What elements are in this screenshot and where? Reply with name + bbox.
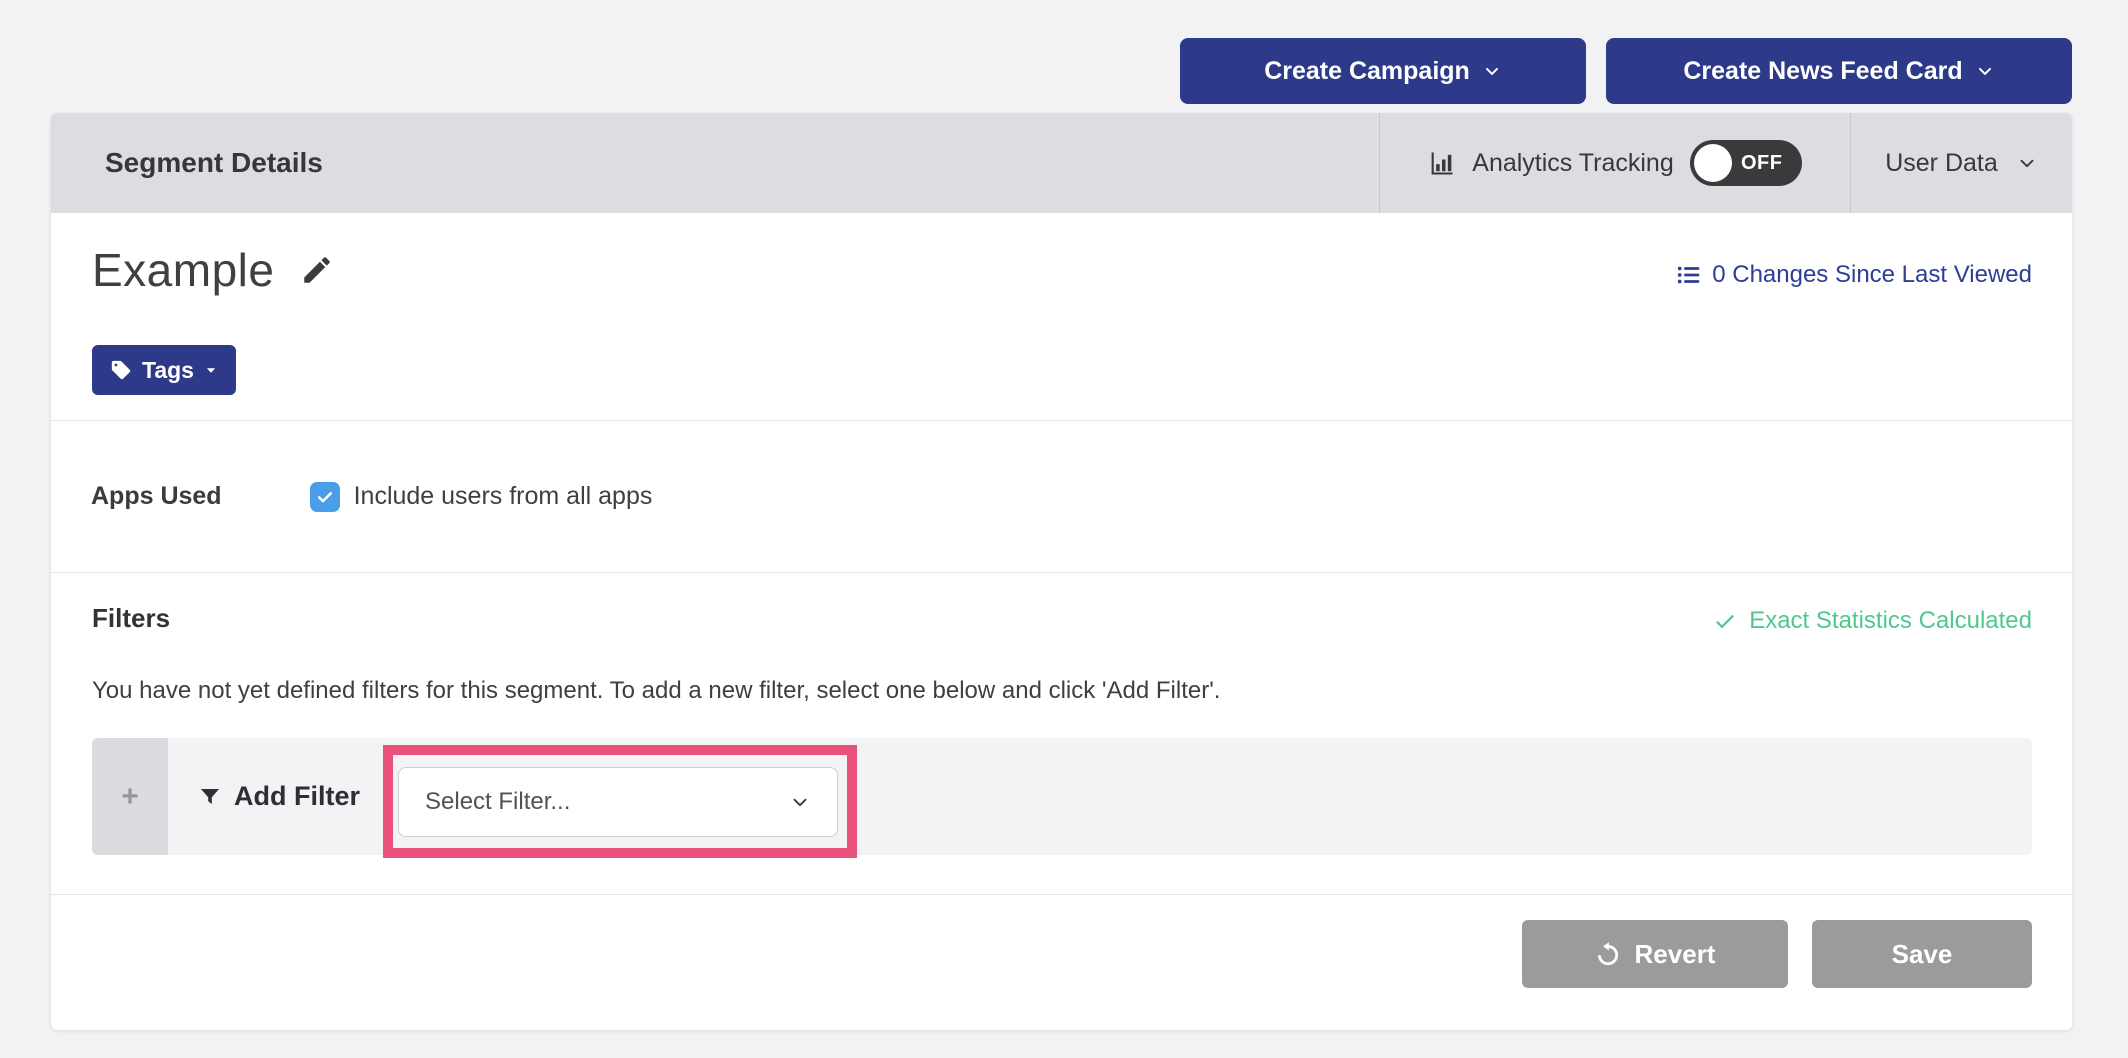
chevron-down-icon	[789, 791, 811, 813]
create-news-feed-card-label: Create News Feed Card	[1683, 57, 1962, 86]
add-filter-label-group: Add Filter	[198, 738, 360, 855]
create-campaign-button[interactable]: Create Campaign	[1180, 38, 1586, 104]
select-filter-placeholder: Select Filter...	[425, 788, 570, 816]
segment-title-section: Example Tags	[51, 213, 2072, 421]
changes-since-last-viewed-link[interactable]: 0 Changes Since Last Viewed	[1676, 261, 2032, 289]
tags-button[interactable]: Tags	[92, 345, 236, 395]
analytics-tracking-label: Analytics Tracking	[1472, 149, 1673, 178]
check-icon	[1713, 609, 1737, 633]
rotate-ccw-icon	[1595, 941, 1621, 967]
analytics-tracking-group: Analytics Tracking OFF	[1380, 113, 1850, 213]
filters-section: Filters Exact Statistics Calculated You …	[51, 573, 2072, 895]
select-filter-dropdown[interactable]: Select Filter...	[398, 767, 838, 837]
segment-details-page: Create Campaign Create News Feed Card Se…	[0, 0, 2128, 1058]
chevron-down-icon	[2016, 152, 2038, 174]
revert-label: Revert	[1635, 939, 1716, 970]
include-all-apps-checkbox[interactable]	[310, 482, 340, 512]
include-all-apps-group: Include users from all apps	[310, 482, 653, 512]
add-filter-plus-button[interactable]: +	[92, 738, 168, 855]
toggle-state-label: OFF	[1732, 152, 1792, 175]
user-data-dropdown[interactable]: User Data	[1851, 113, 2072, 213]
revert-button[interactable]: Revert	[1522, 920, 1788, 988]
tags-label: Tags	[142, 357, 194, 384]
create-news-feed-card-button[interactable]: Create News Feed Card	[1606, 38, 2072, 104]
caret-down-icon	[204, 363, 218, 377]
chevron-down-icon	[1975, 61, 1995, 81]
add-filter-label: Add Filter	[234, 781, 360, 812]
footer-section: Revert Save	[51, 895, 2072, 1029]
segment-name: Example	[92, 243, 274, 297]
toggle-knob	[1694, 144, 1732, 182]
exact-statistics-label: Exact Statistics Calculated	[1749, 607, 2032, 635]
top-action-bar: Create Campaign Create News Feed Card	[1180, 38, 2072, 104]
apps-used-section: Apps Used Include users from all apps	[51, 421, 2072, 573]
save-button[interactable]: Save	[1812, 920, 2032, 988]
segment-details-card: Segment Details Analytics Tracking OFF	[51, 113, 2072, 1030]
filters-heading: Filters	[92, 603, 170, 634]
add-filter-row: + Add Filter	[92, 738, 2032, 855]
card-header: Segment Details Analytics Tracking OFF	[51, 113, 2072, 213]
save-label: Save	[1892, 939, 1953, 970]
funnel-icon	[198, 785, 222, 809]
page-title: Segment Details	[51, 113, 1379, 213]
pencil-icon[interactable]	[300, 253, 334, 287]
create-campaign-label: Create Campaign	[1264, 57, 1470, 86]
apps-used-label: Apps Used	[91, 482, 222, 511]
plus-icon: +	[121, 780, 139, 814]
chevron-down-icon	[1482, 61, 1502, 81]
footer-buttons: Revert Save	[1522, 920, 2032, 988]
bar-chart-icon	[1428, 149, 1456, 177]
segment-name-row: Example	[92, 243, 334, 297]
changes-link-label: 0 Changes Since Last Viewed	[1712, 261, 2032, 289]
exact-statistics-status: Exact Statistics Calculated	[1713, 607, 2032, 635]
tag-icon	[110, 359, 132, 381]
list-icon	[1676, 262, 1702, 288]
filters-description: You have not yet defined filters for thi…	[92, 677, 1220, 705]
user-data-label: User Data	[1885, 149, 1998, 178]
analytics-tracking-toggle[interactable]: OFF	[1690, 140, 1802, 186]
include-all-apps-label: Include users from all apps	[354, 482, 653, 511]
